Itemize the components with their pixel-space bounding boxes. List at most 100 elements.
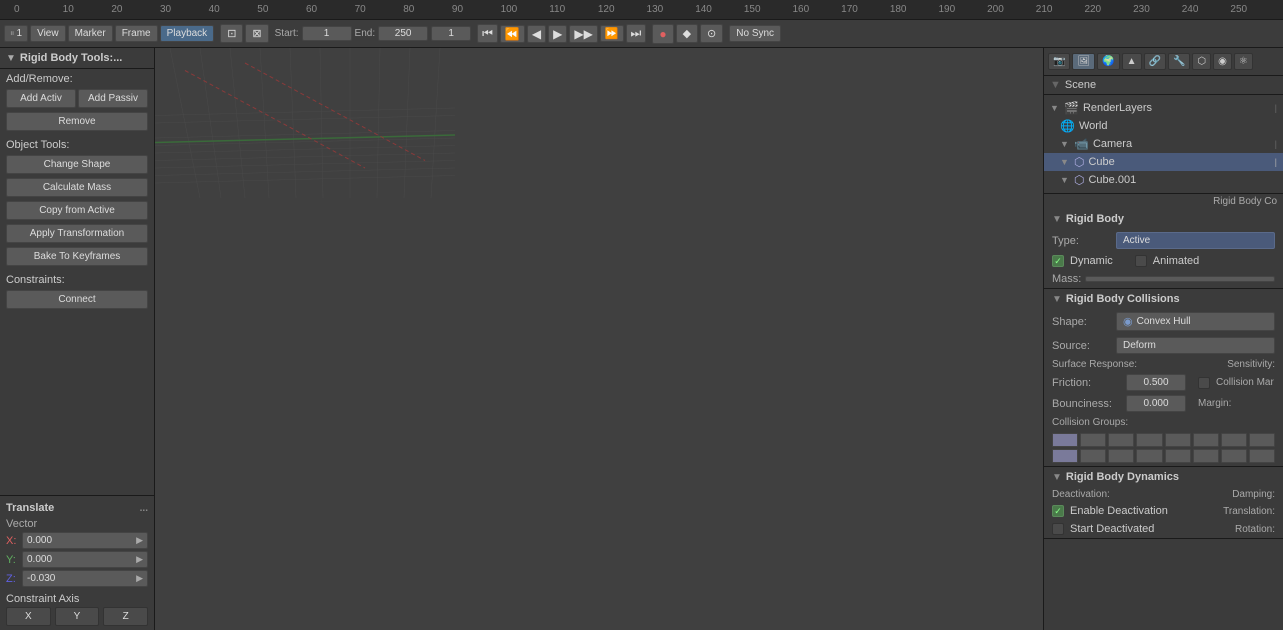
render-layers-label: RenderLayers [1083, 102, 1152, 114]
shape-dropdown[interactable]: ◉ Convex Hull [1116, 312, 1275, 331]
add-active-btn[interactable]: Add Activ [6, 89, 76, 108]
next-keyframe-btn[interactable]: ⏩ [600, 25, 624, 42]
animated-label: Animated [1153, 255, 1199, 267]
tick-220: 220 [1084, 4, 1133, 15]
jump-to-start-btn[interactable]: ⏮ [477, 24, 498, 43]
current-frame-input[interactable]: 1 [431, 26, 471, 41]
cg-13[interactable] [1165, 449, 1191, 463]
play-btn[interactable]: ▶ [548, 25, 567, 43]
tree-cube[interactable]: ▼ ⬡ Cube | [1044, 153, 1283, 171]
collision-margin-checkbox[interactable] [1198, 377, 1210, 389]
sidebar-collapse-arrow[interactable]: ▼ [6, 53, 16, 64]
rp-object-icon-btn[interactable]: ▲ [1122, 53, 1142, 70]
dynamic-checkbox[interactable]: ✓ [1052, 255, 1064, 267]
rigid-body-header[interactable]: ▼ Rigid Body [1044, 209, 1283, 229]
sync-dropdown[interactable]: No Sync [729, 25, 781, 42]
cg-1[interactable] [1052, 433, 1078, 447]
rp-physics-icon-btn[interactable]: ⚛ [1234, 53, 1253, 70]
marker-menu[interactable]: Marker [68, 25, 113, 42]
rbd-header[interactable]: ▼ Rigid Body Dynamics [1044, 467, 1283, 487]
rbc-header[interactable]: ▼ Rigid Body Collisions [1044, 289, 1283, 309]
prev-keyframe-btn[interactable]: ⏪ [500, 25, 525, 43]
rp-constraint-icon-btn[interactable]: 🔗 [1144, 53, 1166, 70]
cg-6[interactable] [1193, 433, 1219, 447]
playback-menu[interactable]: Playback [160, 25, 215, 42]
cg-12[interactable] [1136, 449, 1162, 463]
rp-render-icon-btn[interactable]: 🖼 [1072, 53, 1095, 70]
view-type-toggle[interactable]: ⊡ [220, 24, 243, 43]
calculate-mass-btn[interactable]: Calculate Mass [6, 178, 148, 197]
deactivation-label: Deactivation: [1052, 489, 1228, 500]
cg-8[interactable] [1249, 433, 1275, 447]
tree-render-layers[interactable]: ▼ 🎬 RenderLayers | [1044, 99, 1283, 117]
mass-input[interactable] [1085, 276, 1275, 282]
apply-transformation-btn[interactable]: Apply Transformation [6, 224, 148, 243]
tick-250: 250 [1230, 4, 1279, 15]
end-frame-input[interactable]: 250 [378, 26, 428, 41]
z-arrow-icon: ▶ [136, 573, 143, 584]
record-btn[interactable]: ● [652, 24, 673, 44]
timeline-bar: 0 10 20 30 40 50 60 70 80 90 100 110 120… [0, 0, 1283, 20]
enable-deactivation-checkbox[interactable]: ✓ [1052, 505, 1064, 517]
next-frame-btn[interactable]: ▶▶ [569, 25, 597, 43]
rp-material-icon-btn[interactable]: ◉ [1213, 53, 1232, 70]
rp-camera-icon-btn[interactable]: 📷 [1048, 53, 1070, 70]
translate-dots: ... [140, 503, 148, 514]
viewport[interactable]: User Ortho [155, 48, 1043, 630]
y-constraint-btn[interactable]: Y [55, 607, 100, 626]
rigid-body-tab-label: Rigid Body Co [1044, 194, 1283, 209]
frame-menu[interactable]: Frame [115, 25, 158, 42]
x-constraint-btn[interactable]: X [6, 607, 51, 626]
tree-cube001[interactable]: ▼ ⬡ Cube.001 [1044, 171, 1283, 189]
tick-80: 80 [403, 4, 452, 15]
start-deactivated-checkbox[interactable] [1052, 523, 1064, 535]
tree-camera[interactable]: ▼ 📹 Camera | [1044, 135, 1283, 153]
connect-btn[interactable]: Connect [6, 290, 148, 309]
cube-expand-icon: ▼ [1060, 157, 1070, 167]
cg-10[interactable] [1080, 449, 1106, 463]
tree-world[interactable]: 🌐 World [1044, 117, 1283, 135]
y-axis-input[interactable]: 0.000 ▶ [22, 551, 148, 568]
tick-40: 40 [209, 4, 258, 15]
animated-checkbox[interactable] [1135, 255, 1147, 267]
cg-3[interactable] [1108, 433, 1134, 447]
sync-toggle[interactable]: ⊙ [700, 24, 723, 43]
viewport-canvas: X Y Z [155, 48, 455, 198]
cg-15[interactable] [1221, 449, 1247, 463]
bake-to-keyframes-btn[interactable]: Bake To Keyframes [6, 247, 148, 266]
type-label: Type: [1052, 235, 1112, 247]
add-passive-btn[interactable]: Add Passiv [78, 89, 148, 108]
cg-2[interactable] [1080, 433, 1106, 447]
rp-world-icon-btn[interactable]: 🌍 [1097, 53, 1119, 70]
bounciness-input[interactable]: 0.000 [1126, 395, 1186, 412]
rp-data-icon-btn[interactable]: ⬡ [1192, 53, 1211, 70]
copy-from-active-btn[interactable]: Copy from Active [6, 201, 148, 220]
prev-frame-btn[interactable]: ◀ [527, 25, 546, 43]
cg-11[interactable] [1108, 449, 1134, 463]
cg-16[interactable] [1249, 449, 1275, 463]
x-axis-input[interactable]: 0.000 ▶ [22, 532, 148, 549]
z-constraint-btn[interactable]: Z [103, 607, 148, 626]
start-frame-input[interactable]: 1 [302, 26, 352, 41]
remove-btn[interactable]: Remove [6, 112, 148, 131]
y-axis-row: Y: 0.000 ▶ [6, 551, 148, 568]
cg-5[interactable] [1165, 433, 1191, 447]
translate-panel: Translate ... Vector X: 0.000 ▶ Y: 0.000… [0, 495, 154, 630]
frame-counter[interactable]: ⏸ 1 [4, 25, 28, 42]
cg-4[interactable] [1136, 433, 1162, 447]
cg-9[interactable] [1052, 449, 1078, 463]
z-axis-input[interactable]: -0.030 ▶ [22, 570, 148, 587]
cg-14[interactable] [1193, 449, 1219, 463]
jump-to-end-btn[interactable]: ⏭ [626, 24, 647, 43]
shape-label: Shape: [1052, 316, 1112, 328]
source-dropdown[interactable]: Deform [1116, 337, 1275, 354]
collision-groups-grid [1044, 430, 1283, 466]
type-dropdown[interactable]: Active [1116, 232, 1275, 249]
cg-7[interactable] [1221, 433, 1247, 447]
keyframe-btn[interactable]: ◆ [676, 24, 698, 43]
view-menu[interactable]: View [30, 25, 66, 42]
rp-modifier-icon-btn[interactable]: 🔧 [1168, 53, 1190, 70]
friction-input[interactable]: 0.500 [1126, 374, 1186, 391]
change-shape-btn[interactable]: Change Shape [6, 155, 148, 174]
view-sync-toggle[interactable]: ⊠ [245, 24, 268, 43]
